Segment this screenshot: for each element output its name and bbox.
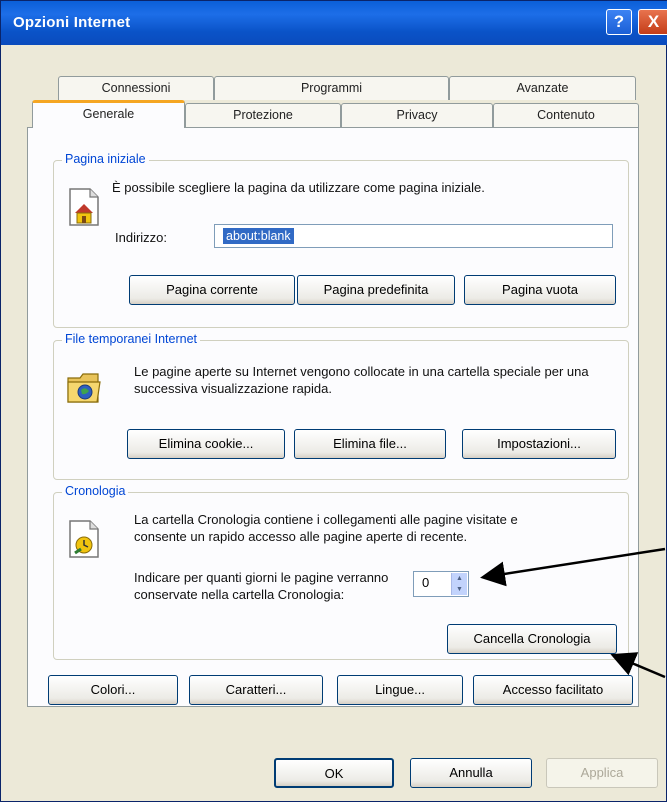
tab-programmi[interactable]: Programmi (214, 76, 449, 100)
history-days-value: 0 (422, 575, 430, 590)
languages-button[interactable]: Lingue... (337, 675, 463, 705)
history-group: Cronologia La cartella Cronologia contie… (53, 484, 629, 660)
blank-page-button[interactable]: Pagina vuota (464, 275, 616, 305)
fonts-button[interactable]: Caratteri... (189, 675, 323, 705)
window-title: Opzioni Internet (13, 14, 131, 31)
address-value: about:blank (223, 228, 294, 244)
apply-button[interactable]: Applica (546, 758, 658, 788)
history-page-icon (69, 520, 99, 558)
address-input[interactable]: about:blank (214, 224, 613, 248)
home-page-group: Pagina iniziale È possibile scegliere la… (53, 152, 629, 328)
close-button[interactable]: X (638, 9, 667, 35)
settings-button[interactable]: Impostazioni... (462, 429, 616, 459)
ok-button[interactable]: OK (274, 758, 394, 788)
temp-files-legend: File temporanei Internet (62, 332, 201, 346)
tab-connessioni[interactable]: Connessioni (58, 76, 214, 100)
current-page-button[interactable]: Pagina corrente (129, 275, 295, 305)
history-days-spinner[interactable]: 0 ▲ ▼ (413, 571, 469, 597)
default-page-button[interactable]: Pagina predefinita (297, 275, 455, 305)
delete-cookies-button[interactable]: Elimina cookie... (127, 429, 285, 459)
cancel-button[interactable]: Annulla (410, 758, 532, 788)
colors-button[interactable]: Colori... (48, 675, 178, 705)
history-legend: Cronologia (62, 484, 129, 498)
spinner-arrows-icon[interactable]: ▲ ▼ (451, 573, 467, 595)
house-page-icon (69, 188, 99, 226)
tab-protezione[interactable]: Protezione (185, 103, 341, 127)
temp-files-group: File temporanei Internet Le pagine apert… (53, 332, 629, 480)
tab-panel-generale: Pagina iniziale È possibile scegliere la… (27, 127, 639, 707)
help-button[interactable]: ? (606, 9, 632, 35)
tab-privacy[interactable]: Privacy (341, 103, 493, 127)
history-days-label: Indicare per quanti giorni le pagine ver… (134, 570, 389, 602)
address-label: Indirizzo: (115, 230, 168, 245)
title-bar[interactable]: Opzioni Internet ? X (1, 1, 667, 45)
home-page-legend: Pagina iniziale (62, 152, 149, 166)
clear-history-button[interactable]: Cancella Cronologia (447, 624, 617, 654)
accessibility-button[interactable]: Accesso facilitato (473, 675, 633, 705)
tab-avanzate[interactable]: Avanzate (449, 76, 636, 100)
internet-options-dialog: Opzioni Internet ? X Connessioni Program… (0, 0, 667, 802)
history-description: La cartella Cronologia contiene i colleg… (134, 512, 518, 544)
tab-generale[interactable]: Generale (32, 100, 185, 128)
delete-files-button[interactable]: Elimina file... (294, 429, 446, 459)
tab-contenuto[interactable]: Contenuto (493, 103, 639, 127)
temp-files-description: Le pagine aperte su Internet vengono col… (134, 364, 589, 396)
home-page-description: È possibile scegliere la pagina da utili… (112, 180, 485, 195)
folder-globe-icon (67, 373, 101, 403)
